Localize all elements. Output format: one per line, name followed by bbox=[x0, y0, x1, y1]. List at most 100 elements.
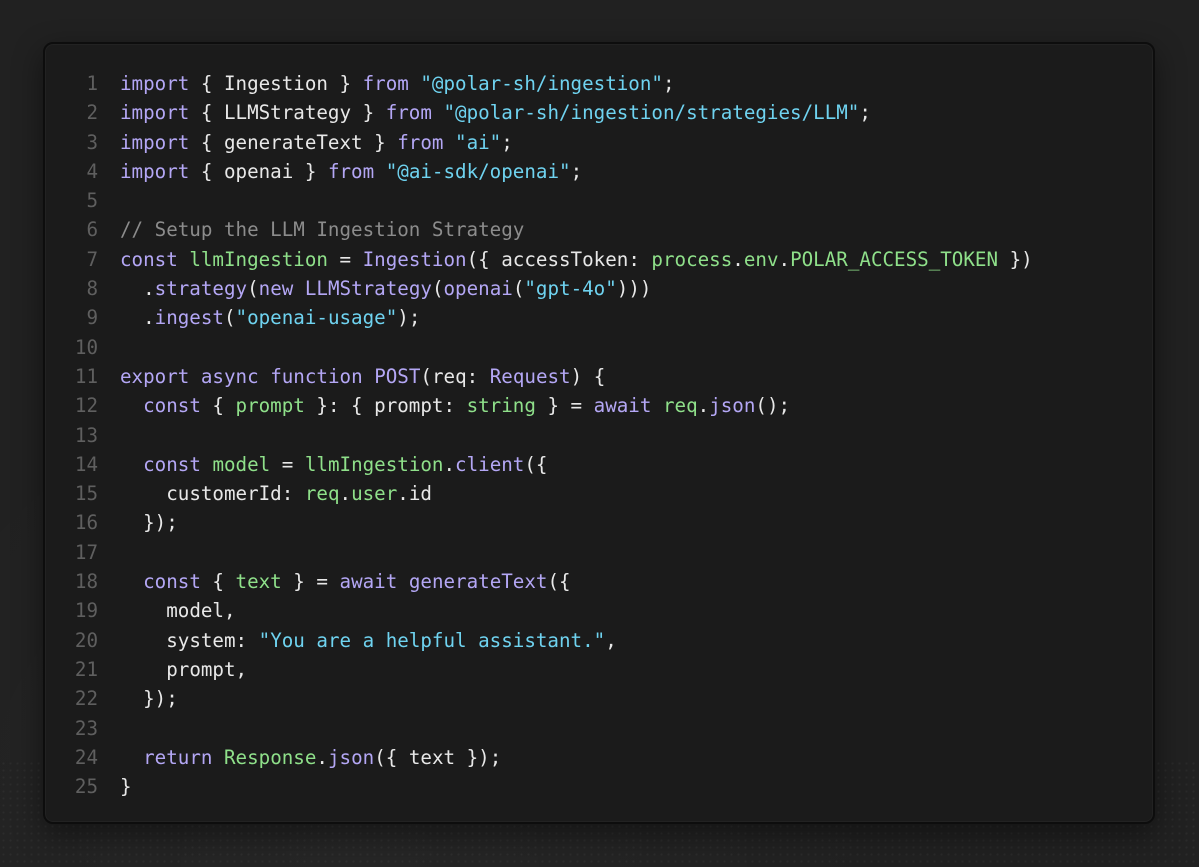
code-token: } bbox=[327, 72, 363, 95]
code-token: ) { bbox=[570, 364, 606, 388]
line-content: const { text } = await generateText({ bbox=[120, 567, 570, 596]
code-token: from bbox=[397, 130, 444, 154]
code-token: req bbox=[431, 364, 467, 388]
code-token: prompt bbox=[166, 657, 236, 681]
code-token: "You are a helpful assistant." bbox=[258, 628, 606, 652]
code-token: customerId bbox=[166, 482, 282, 506]
line-content: prompt, bbox=[120, 655, 247, 684]
code-line: 12 const { prompt }: { prompt: string } … bbox=[45, 391, 1153, 420]
line-content: import { LLMStrategy } from "@polar-sh/i… bbox=[120, 98, 871, 127]
code-token: ; bbox=[501, 130, 513, 154]
code-token: { bbox=[189, 159, 224, 183]
code-token: . bbox=[778, 247, 791, 271]
code-line: 24 return Response.json({ text }); bbox=[45, 743, 1153, 772]
code-token: "@polar-sh/ingestion" bbox=[420, 72, 663, 95]
code-token: id bbox=[408, 482, 432, 506]
line-number: 5 bbox=[86, 189, 98, 213]
code-token: const bbox=[120, 247, 178, 271]
line-number: 15 bbox=[74, 482, 98, 506]
code-line: 8 .strategy(new LLMStrategy(openai("gpt-… bbox=[45, 274, 1153, 303]
line-number: 14 bbox=[74, 452, 98, 476]
line-content: .strategy(new LLMStrategy(openai("gpt-4o… bbox=[120, 274, 651, 303]
code-token: { bbox=[189, 101, 224, 125]
code-token: prompt bbox=[235, 394, 305, 418]
line-content: const { prompt }: { prompt: string } = a… bbox=[120, 391, 790, 420]
code-token: . bbox=[397, 482, 409, 506]
code-token: strategy bbox=[154, 277, 248, 301]
code-token: : bbox=[235, 628, 259, 652]
code-token: . bbox=[732, 247, 744, 271]
line-number: 9 bbox=[86, 306, 98, 330]
line-number: 10 bbox=[74, 335, 98, 359]
code-line: 5 bbox=[45, 186, 1153, 215]
code-line: 10 bbox=[45, 333, 1153, 362]
code-token: ; bbox=[662, 72, 675, 95]
code-line: 22 }); bbox=[45, 684, 1153, 713]
code-token: req bbox=[304, 482, 340, 506]
line-content: const llmIngestion = Ingestion({ accessT… bbox=[120, 245, 1033, 274]
code-token: ; bbox=[570, 159, 583, 183]
code-token: return bbox=[143, 745, 213, 769]
line-content: return Response.json({ text }); bbox=[120, 743, 501, 772]
code-token: function bbox=[270, 364, 363, 388]
code-token: // Setup the LLM Ingestion Strategy bbox=[120, 218, 525, 242]
code-token: ( bbox=[420, 364, 432, 388]
code-token: model bbox=[166, 599, 224, 623]
code-line: 9 .ingest("openai-usage"); bbox=[45, 303, 1153, 332]
line-number: 22 bbox=[74, 687, 98, 711]
line-number: 17 bbox=[74, 540, 98, 564]
line-number: 2 bbox=[86, 101, 98, 125]
code-token: const bbox=[143, 452, 201, 476]
code-token: }); bbox=[120, 687, 178, 711]
code-token: { bbox=[189, 72, 224, 95]
code-token: Ingestion bbox=[223, 72, 328, 95]
code-token: }) bbox=[998, 247, 1033, 271]
code-token: from bbox=[385, 101, 432, 125]
code-token: import bbox=[120, 101, 190, 125]
code-token: const bbox=[143, 570, 201, 594]
line-number: 20 bbox=[74, 628, 98, 652]
code-token: . bbox=[697, 394, 710, 418]
line-number: 8 bbox=[86, 277, 98, 301]
code-token: (); bbox=[755, 394, 791, 418]
code-editor-window: 1 import { Ingestion } from "@polar-sh/in… bbox=[43, 42, 1155, 824]
code-token: }); bbox=[120, 511, 178, 535]
code-line: 2 import { LLMStrategy } from "@polar-sh/… bbox=[45, 98, 1153, 127]
code-token: . bbox=[120, 277, 155, 301]
code-token: LLMStrategy bbox=[223, 101, 352, 125]
code-token: ingest bbox=[154, 306, 224, 330]
line-content: model, bbox=[120, 596, 235, 625]
code-token: llmIngestion bbox=[304, 452, 444, 476]
code-token: POLAR_ACCESS_TOKEN bbox=[790, 247, 999, 271]
code-token: system bbox=[166, 628, 236, 652]
line-number: 4 bbox=[86, 159, 98, 183]
line-content: } bbox=[120, 772, 132, 801]
code-token: req bbox=[662, 394, 698, 418]
code-token: { bbox=[200, 570, 236, 594]
code-token: . bbox=[316, 745, 328, 769]
code-token: } = bbox=[535, 394, 594, 418]
code-token: process bbox=[651, 247, 733, 271]
line-number: 18 bbox=[74, 570, 98, 594]
code-token: Response bbox=[223, 745, 317, 769]
code-line: 11 export async function POST(req: Reques… bbox=[45, 362, 1153, 391]
code-token: }); bbox=[455, 745, 502, 769]
code-token: import bbox=[120, 159, 190, 183]
code-token: POST bbox=[374, 364, 421, 388]
code-token: ( bbox=[512, 277, 525, 301]
line-number: 7 bbox=[86, 247, 98, 271]
code-token: "@ai-sdk/openai" bbox=[385, 159, 571, 183]
code-block: 1 import { Ingestion } from "@polar-sh/in… bbox=[45, 69, 1153, 801]
code-token: json bbox=[709, 394, 756, 418]
code-token: await bbox=[593, 394, 652, 418]
code-token: . bbox=[120, 306, 155, 330]
code-line: 23 bbox=[45, 714, 1153, 743]
code-token: = bbox=[327, 247, 363, 271]
